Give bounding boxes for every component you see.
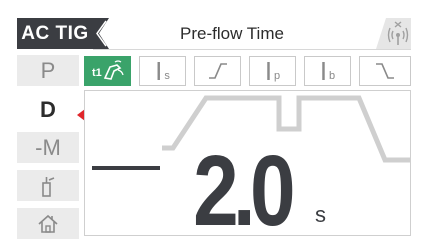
- sidebar-item-m[interactable]: -M: [17, 132, 79, 163]
- parameter-title-bar: Pre-flow Time: [93, 18, 411, 50]
- tab-preflow[interactable]: t1: [84, 56, 131, 86]
- tab-symbol: I: [264, 56, 273, 86]
- tab-start-current[interactable]: I s: [139, 56, 186, 86]
- sidebar-item-label: P: [40, 57, 56, 83]
- upslope-icon: [208, 63, 227, 79]
- sidebar-item-home[interactable]: [17, 208, 79, 239]
- sidebar-item-p[interactable]: P: [17, 55, 79, 86]
- sidebar-item-label: -M: [35, 134, 61, 160]
- tab-subscript: b: [329, 70, 336, 82]
- svg-text:t1: t1: [92, 67, 102, 79]
- tab-symbol: I: [319, 56, 328, 86]
- tab-symbol: I: [155, 56, 163, 86]
- tab-subscript: s: [164, 70, 170, 82]
- mode-label: AC TIG: [17, 18, 93, 49]
- sidebar-item-d[interactable]: D: [17, 94, 79, 125]
- tab-downslope[interactable]: [359, 56, 411, 86]
- wireless-icon[interactable]: [376, 18, 411, 49]
- chevron-left-icon[interactable]: [93, 18, 109, 49]
- parameter-unit: s: [315, 202, 326, 227]
- home-icon: [38, 214, 58, 233]
- tab-subscript: p: [274, 70, 281, 82]
- tab-base-current[interactable]: I b: [304, 56, 351, 86]
- sidebar-item-torch[interactable]: [17, 170, 79, 201]
- parameter-value: 2.0: [193, 135, 296, 247]
- tab-upslope[interactable]: [194, 56, 241, 86]
- sidebar-item-label: D: [40, 96, 56, 122]
- preflow-gas-icon: t1: [92, 60, 124, 80]
- parameter-title: Pre-flow Time: [180, 23, 284, 43]
- downslope-icon: [376, 63, 394, 79]
- torch-icon: [42, 176, 55, 197]
- tab-peak-current[interactable]: I p: [249, 56, 296, 86]
